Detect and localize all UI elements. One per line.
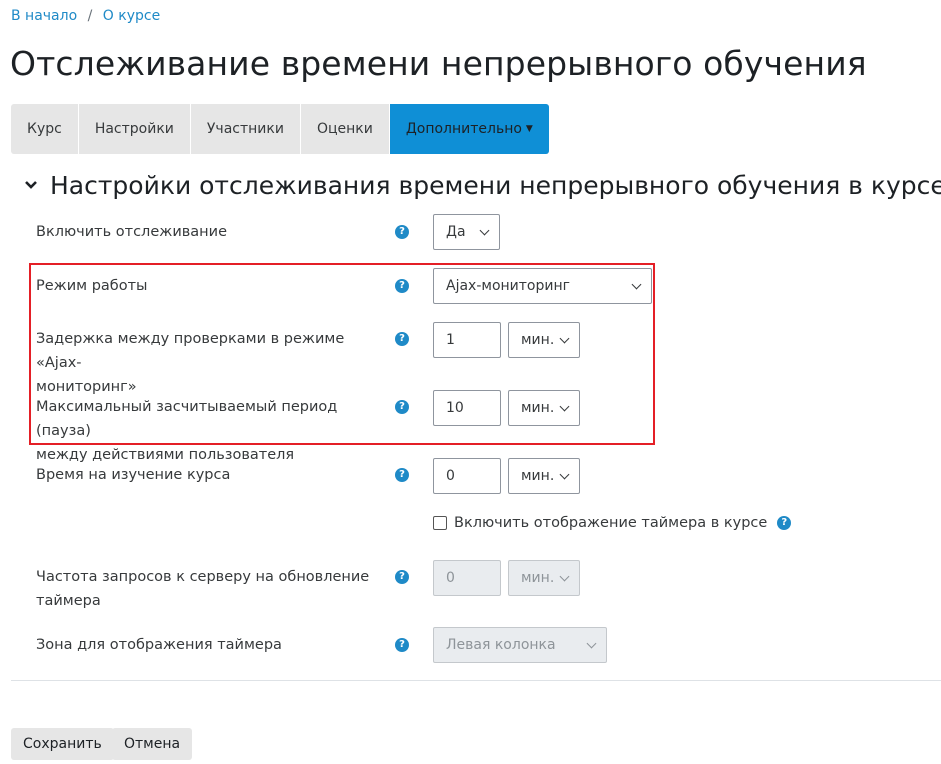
max-period-label: Максимальный засчитываемый период (пауза… xyxy=(36,395,376,467)
chevron-down-icon xyxy=(25,180,37,189)
timer-zone-label: Зона для отображения таймера xyxy=(36,637,282,653)
chevron-down-icon xyxy=(559,469,570,480)
breadcrumb: В начало / О курсе xyxy=(11,8,160,24)
chevron-down-icon xyxy=(479,225,490,236)
request-freq-input: 0 xyxy=(433,560,501,596)
delay-label-line1: Задержка между проверками в режиме «Ajax… xyxy=(36,331,345,371)
tracking-label: Включить отслеживание xyxy=(36,224,227,240)
help-icon[interactable]: ? xyxy=(395,279,409,293)
timer-display-checkbox[interactable] xyxy=(433,516,447,530)
max-period-label-line1: Максимальный засчитываемый период (пауза… xyxy=(36,399,338,439)
study-time-unit-value: мин. xyxy=(521,468,555,484)
study-time-unit-select[interactable]: мин. xyxy=(508,458,580,494)
delay-unit-value: мин. xyxy=(521,332,555,348)
help-icon[interactable]: ? xyxy=(395,570,409,584)
tab-grades[interactable]: Оценки xyxy=(301,104,390,154)
delay-unit-select[interactable]: мин. xyxy=(508,322,580,358)
request-freq-label-line1: Частота запросов к серверу на обновление xyxy=(36,569,370,585)
request-freq-label: Частота запросов к серверу на обновление… xyxy=(36,565,376,613)
breadcrumb-course-link[interactable]: О курсе xyxy=(103,8,160,24)
section-title: Настройки отслеживания времени непрерывн… xyxy=(50,171,941,200)
cancel-button[interactable]: Отмена xyxy=(112,728,193,760)
request-freq-unit-select: мин. xyxy=(508,560,580,596)
save-button[interactable]: Сохранить xyxy=(11,728,114,760)
tab-course[interactable]: Курс xyxy=(11,104,79,154)
chevron-down-icon xyxy=(559,571,570,582)
mode-label: Режим работы xyxy=(36,278,148,294)
tracking-value: Да xyxy=(446,224,466,240)
chevron-down-icon xyxy=(559,333,570,344)
page-title: Отслеживание времени непрерывного обучен… xyxy=(10,44,867,83)
timer-display-row: Включить отображение таймера в курсе ? xyxy=(433,515,792,531)
tab-more[interactable]: Дополнительно ▼ xyxy=(389,104,549,154)
help-icon[interactable]: ? xyxy=(395,638,409,652)
chevron-down-icon xyxy=(559,401,570,412)
delay-input[interactable]: 1 xyxy=(433,322,501,358)
study-time-input[interactable]: 0 xyxy=(433,458,501,494)
tab-more-label: Дополнительно xyxy=(405,121,522,137)
chevron-down-icon xyxy=(631,279,642,290)
tracking-select[interactable]: Да xyxy=(433,214,500,250)
chevron-down-icon xyxy=(586,638,597,649)
delay-label: Задержка между проверками в режиме «Ajax… xyxy=(36,327,376,399)
request-freq-unit-value: мин. xyxy=(521,570,555,586)
tab-settings[interactable]: Настройки xyxy=(79,104,191,154)
max-period-input[interactable]: 10 xyxy=(433,390,501,426)
breadcrumb-home-link[interactable]: В начало xyxy=(11,8,77,24)
help-icon[interactable]: ? xyxy=(395,400,409,414)
section-header[interactable]: Настройки отслеживания времени непрерывн… xyxy=(20,171,941,200)
tab-participants[interactable]: Участники xyxy=(191,104,301,154)
request-freq-label-line2: таймера xyxy=(36,593,101,609)
chevron-down-icon: ▼ xyxy=(525,124,533,134)
course-nav-tabs: Курс Настройки Участники Оценки Дополнит… xyxy=(11,104,549,154)
timer-display-label[interactable]: Включить отображение таймера в курсе xyxy=(454,515,767,531)
divider xyxy=(11,680,941,681)
help-icon[interactable]: ? xyxy=(395,468,409,482)
study-time-label: Время на изучение курса xyxy=(36,467,231,483)
mode-value: Ajax-мониторинг xyxy=(446,278,570,294)
max-period-unit-value: мин. xyxy=(521,400,555,416)
breadcrumb-separator: / xyxy=(87,8,93,24)
help-icon[interactable]: ? xyxy=(395,332,409,346)
timer-zone-value: Левая колонка xyxy=(446,637,556,653)
timer-zone-select: Левая колонка xyxy=(433,627,607,663)
mode-select[interactable]: Ajax-мониторинг xyxy=(433,268,652,304)
max-period-unit-select[interactable]: мин. xyxy=(508,390,580,426)
help-icon[interactable]: ? xyxy=(395,225,409,239)
help-icon[interactable]: ? xyxy=(777,516,792,530)
